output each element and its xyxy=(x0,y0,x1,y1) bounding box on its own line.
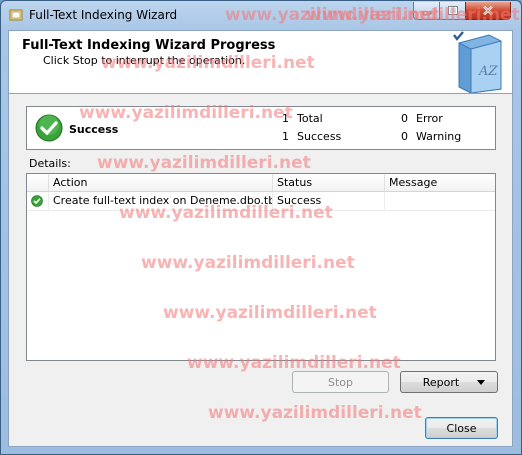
status-summary: Success 1 Total 1 Success 0 Error 0 Warn… xyxy=(26,106,496,150)
success-check-icon xyxy=(35,114,63,142)
minimize-icon xyxy=(422,11,431,14)
svg-text:AZ: AZ xyxy=(478,64,498,79)
maximize-icon xyxy=(447,6,458,15)
column-header-icon[interactable] xyxy=(27,174,49,191)
success-label: Success xyxy=(297,130,342,143)
close-button[interactable]: Close xyxy=(425,417,498,439)
report-button-label: Report xyxy=(422,375,460,389)
grid-header: Action Status Message xyxy=(27,174,495,192)
total-count: 1 xyxy=(282,112,289,125)
details-grid[interactable]: Action Status Message Create full-text i… xyxy=(26,173,496,361)
success-count: 1 xyxy=(282,130,289,143)
column-header-action[interactable]: Action xyxy=(49,174,273,191)
row-message-cell xyxy=(385,192,495,210)
report-button[interactable]: Report xyxy=(400,371,498,393)
total-label: Total xyxy=(297,112,323,125)
close-icon xyxy=(483,5,493,16)
warning-label: Warning xyxy=(416,130,462,143)
row-status-cell: Success xyxy=(273,192,385,210)
maximize-button[interactable] xyxy=(439,2,466,20)
window-title: Full-Text Indexing Wizard xyxy=(29,8,178,22)
page-subtitle: Click Stop to interrupt the operation. xyxy=(43,54,246,67)
wizard-window: Full-Text Indexing Wizard Full-Text Inde… xyxy=(0,0,522,455)
table-row[interactable]: Create full-text index on Deneme.dbo.tbl… xyxy=(27,192,495,211)
column-header-status[interactable]: Status xyxy=(273,174,385,191)
title-bar[interactable]: Full-Text Indexing Wizard xyxy=(1,1,521,29)
error-count: 0 xyxy=(401,112,408,125)
column-header-message[interactable]: Message xyxy=(385,174,495,191)
success-check-icon xyxy=(31,195,43,207)
warning-count: 0 xyxy=(401,130,408,143)
details-label: Details: xyxy=(29,157,71,170)
close-window-button[interactable] xyxy=(465,2,511,20)
stop-button[interactable]: Stop xyxy=(292,371,389,393)
overall-status: Success xyxy=(69,123,119,136)
wizard-client-area: Full-Text Indexing Wizard Progress Click… xyxy=(8,30,513,447)
error-label: Error xyxy=(416,112,443,125)
wizard-header: Full-Text Indexing Wizard Progress Click… xyxy=(9,31,512,94)
app-icon xyxy=(9,9,23,21)
close-button-label: Close xyxy=(446,421,477,435)
stop-button-label: Stop xyxy=(327,375,353,389)
minimize-button[interactable] xyxy=(413,2,440,20)
row-action-cell: Create full-text index on Deneme.dbo.tbl… xyxy=(49,192,273,210)
book-az-icon: AZ xyxy=(453,31,502,93)
row-icon-cell xyxy=(27,192,49,210)
dropdown-arrow-icon xyxy=(477,379,486,385)
page-title: Full-Text Indexing Wizard Progress xyxy=(22,38,276,53)
